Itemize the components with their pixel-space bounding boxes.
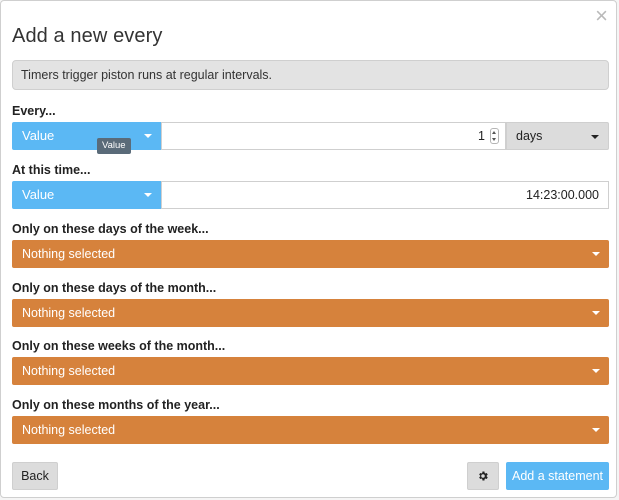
weeks-of-month-value: Nothing selected: [22, 364, 116, 378]
every-type-value: Value: [22, 128, 55, 143]
dialog-title: Add a new every: [12, 25, 163, 47]
at-time-row: Value 14:23:00.000: [12, 181, 609, 209]
days-of-month-value: Nothing selected: [22, 306, 116, 320]
days-of-month-select[interactable]: Nothing selected: [12, 299, 609, 327]
add-statement-button[interactable]: Add a statement: [506, 462, 609, 490]
caret-down-icon: [144, 193, 152, 197]
caret-down-icon: [592, 252, 600, 256]
back-button[interactable]: Back: [12, 462, 58, 490]
every-label: Every...: [12, 104, 56, 118]
number-spinner-icon[interactable]: [490, 128, 499, 144]
months-of-year-label: Only on these months of the year...: [12, 398, 220, 412]
days-of-week-select[interactable]: Nothing selected: [12, 240, 609, 268]
weeks-of-month-label: Only on these weeks of the month...: [12, 339, 226, 353]
caret-down-icon: [592, 369, 600, 373]
days-of-week-value: Nothing selected: [22, 247, 116, 261]
caret-down-icon: [592, 311, 600, 315]
every-amount-value: 1: [478, 129, 485, 143]
every-unit-select[interactable]: days: [506, 122, 609, 150]
months-of-year-select[interactable]: Nothing selected: [12, 416, 609, 444]
value-tooltip: Value: [97, 138, 131, 154]
every-type-select[interactable]: Value: [12, 122, 161, 150]
days-of-month-label: Only on these days of the month...: [12, 281, 217, 295]
weeks-of-month-select[interactable]: Nothing selected: [12, 357, 609, 385]
days-of-week-label: Only on these days of the week...: [12, 222, 209, 236]
add-every-dialog: × Add a new every Timers trigger piston …: [0, 0, 617, 498]
at-time-input[interactable]: 14:23:00.000: [161, 181, 609, 209]
caret-down-icon: [591, 135, 599, 139]
every-unit-value: days: [516, 129, 543, 143]
every-amount-input[interactable]: 1: [161, 122, 506, 150]
at-time-type-value: Value: [22, 187, 55, 202]
settings-button[interactable]: [467, 462, 499, 490]
caret-down-icon: [592, 428, 600, 432]
caret-down-icon: [144, 134, 152, 138]
at-time-value: 14:23:00.000: [526, 188, 599, 202]
months-of-year-value: Nothing selected: [22, 423, 116, 437]
close-icon[interactable]: ×: [595, 5, 608, 27]
gear-icon: [479, 471, 488, 481]
at-time-label: At this time...: [12, 163, 91, 177]
info-message: Timers trigger piston runs at regular in…: [12, 60, 609, 90]
at-time-type-select[interactable]: Value: [12, 181, 161, 209]
